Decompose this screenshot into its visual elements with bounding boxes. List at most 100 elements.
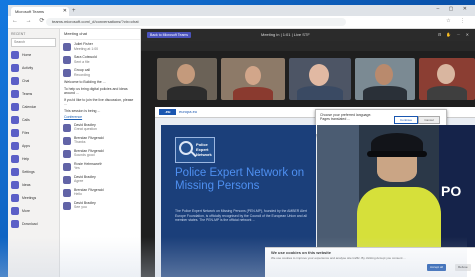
rail-item[interactable]: Download [8, 217, 59, 230]
rail-item[interactable]: Activity [8, 61, 59, 74]
rail-section-label: RECENT [11, 32, 26, 36]
navigation-icons[interactable]: ← → ⟳ [12, 17, 47, 24]
chat-item-title: Group call [74, 68, 90, 72]
chat-item-preview: Meeting at 1:00 [74, 46, 99, 51]
rail-item-label: Settings [22, 169, 35, 174]
rail-search-input[interactable]: Search [11, 38, 56, 47]
rail-item[interactable]: Settings [8, 165, 59, 178]
photo-sign-text: PO [441, 183, 462, 199]
chat-list-item[interactable]: David Bradley Great question [60, 121, 140, 134]
site-logo[interactable]: .eu [159, 109, 176, 115]
popup-cancel-button[interactable]: Cancel [418, 116, 440, 124]
police-logo-text: Police Expert Network [196, 142, 212, 157]
meeting-title-bar: Back to Microsoft Teams Meeting in | 1:0… [141, 29, 475, 41]
browser-menu-icons[interactable]: ☆ ⋮ [446, 18, 469, 24]
rail-item-label: Teams [22, 91, 33, 96]
avatar [63, 175, 71, 184]
chat-message: If you'd like to join the live discussio… [64, 97, 134, 107]
chat-list-item[interactable]: Group call Recording [60, 66, 140, 79]
rail-item[interactable]: Chat [8, 74, 59, 87]
rail-item[interactable]: Files [8, 126, 59, 139]
chat-item-preview: Agree [74, 179, 84, 183]
participant-video[interactable] [289, 58, 351, 100]
hero-body: The Police Expert Network on Missing Per… [175, 209, 307, 223]
photo-glare [0, 237, 467, 277]
rail-item[interactable]: Home [8, 48, 59, 61]
chat-item-preview: Recording [74, 72, 90, 77]
chat-list-item[interactable]: Juliet Fisher Meeting at 1:00 [60, 40, 140, 53]
meeting-title: Meeting in | 1:01 | Live STF [261, 32, 310, 37]
chat-item-preview: Sent a file [74, 59, 90, 64]
chat-item-preview: Great question [74, 127, 97, 131]
avatar [63, 56, 71, 64]
rail-item-icon [11, 50, 19, 59]
chat-list-item[interactable]: Brendan Fitzgerald Thanks [60, 134, 140, 147]
tab-title: Microsoft Teams [15, 9, 45, 14]
chat-list-item[interactable]: Brendan Fitzgerald Sounds good [60, 147, 140, 160]
rail-item-icon [11, 167, 19, 176]
chat-list-item[interactable]: Rosie Helmsworth Yes [60, 160, 140, 173]
chat-item-preview: Sounds good [74, 153, 95, 157]
hero-heading: Police Expert Network on Missing Persons [175, 167, 305, 192]
participant-video[interactable] [419, 58, 475, 100]
rail-item[interactable]: Apps [8, 139, 59, 152]
rail-item[interactable]: Calendar [8, 100, 59, 113]
rail-item-icon [11, 89, 19, 98]
rail-item-label: Home [22, 52, 32, 57]
chat-item-preview: Thanks [74, 140, 86, 144]
popup-text: Choose your preferred language. Pages tr… [320, 113, 372, 121]
avatar [63, 43, 71, 51]
rail-item-label: Apps [22, 143, 30, 148]
chat-message: To help us bring digital policies and id… [64, 86, 128, 96]
rail-item[interactable]: Meetings [8, 191, 59, 204]
rail-item-icon [11, 180, 19, 189]
avatar [63, 69, 71, 77]
rail-item-icon [11, 193, 19, 202]
rail-item-label: Help [22, 156, 30, 161]
rail-item[interactable]: Teams [8, 87, 59, 100]
rail-item[interactable]: Calls [8, 113, 59, 126]
rail-item-label: Download [22, 221, 38, 226]
new-tab-button[interactable]: + [72, 7, 76, 15]
meeting-toolbar [141, 41, 475, 51]
rail-item-icon [11, 206, 19, 215]
rail-item-label: Files [22, 130, 30, 135]
browser-tab-strip: Microsoft Teams ✕ + – ▢ ✕ [8, 5, 475, 16]
chat-item-title: Sara Cotswold [74, 55, 97, 59]
chat-list-item[interactable]: David Bradley See you [60, 199, 140, 212]
rail-item-label: Chat [22, 78, 30, 83]
avatar [63, 123, 71, 132]
rail-item-label: More [22, 208, 30, 213]
rail-item-icon [11, 128, 19, 137]
url-field[interactable]: teams.microsoft.com/_#/conversations/?ct… [46, 18, 346, 26]
window-controls[interactable]: – ▢ ✕ [437, 6, 471, 12]
rail-item-icon [11, 219, 19, 228]
avatar [63, 149, 71, 158]
participant-video[interactable] [355, 58, 415, 100]
chat-item-preview: See you [74, 205, 87, 209]
chat-pane-header: Meeting chat [60, 29, 140, 40]
rail-item-icon [11, 76, 19, 85]
chat-list-item[interactable]: David Bradley Agree [60, 173, 140, 186]
rail-item-icon [11, 102, 19, 111]
chat-list-item[interactable]: Brendan Fitzgerald Hello [60, 186, 140, 199]
chat-list-item[interactable]: Sara Cotswold Sent a file [60, 53, 140, 66]
back-to-teams-button[interactable]: Back to Microsoft Teams [147, 32, 192, 38]
rail-item[interactable]: Help [8, 152, 59, 165]
rail-item-label: Ideas [22, 182, 31, 187]
police-logo: Police Expert Network [175, 137, 215, 163]
browser-tab[interactable]: Microsoft Teams ✕ [11, 7, 69, 16]
popup-continue-button[interactable]: Continue [394, 116, 418, 124]
rail-item[interactable]: Ideas [8, 178, 59, 191]
chat-item-preview: Hello [74, 192, 82, 196]
rail-item-icon [11, 115, 19, 124]
meeting-controls[interactable]: ⊟ ✋ ⋯ ✕ [438, 32, 471, 37]
avatar [63, 162, 71, 171]
rail-item-icon [11, 141, 19, 150]
participant-video[interactable] [221, 58, 285, 100]
participant-video[interactable] [157, 58, 217, 100]
rail-item[interactable]: More [8, 204, 59, 217]
site-name[interactable]: europa.eu [179, 107, 197, 117]
tab-close-icon[interactable]: ✕ [63, 7, 67, 16]
rail-item-label: Calls [22, 117, 30, 122]
